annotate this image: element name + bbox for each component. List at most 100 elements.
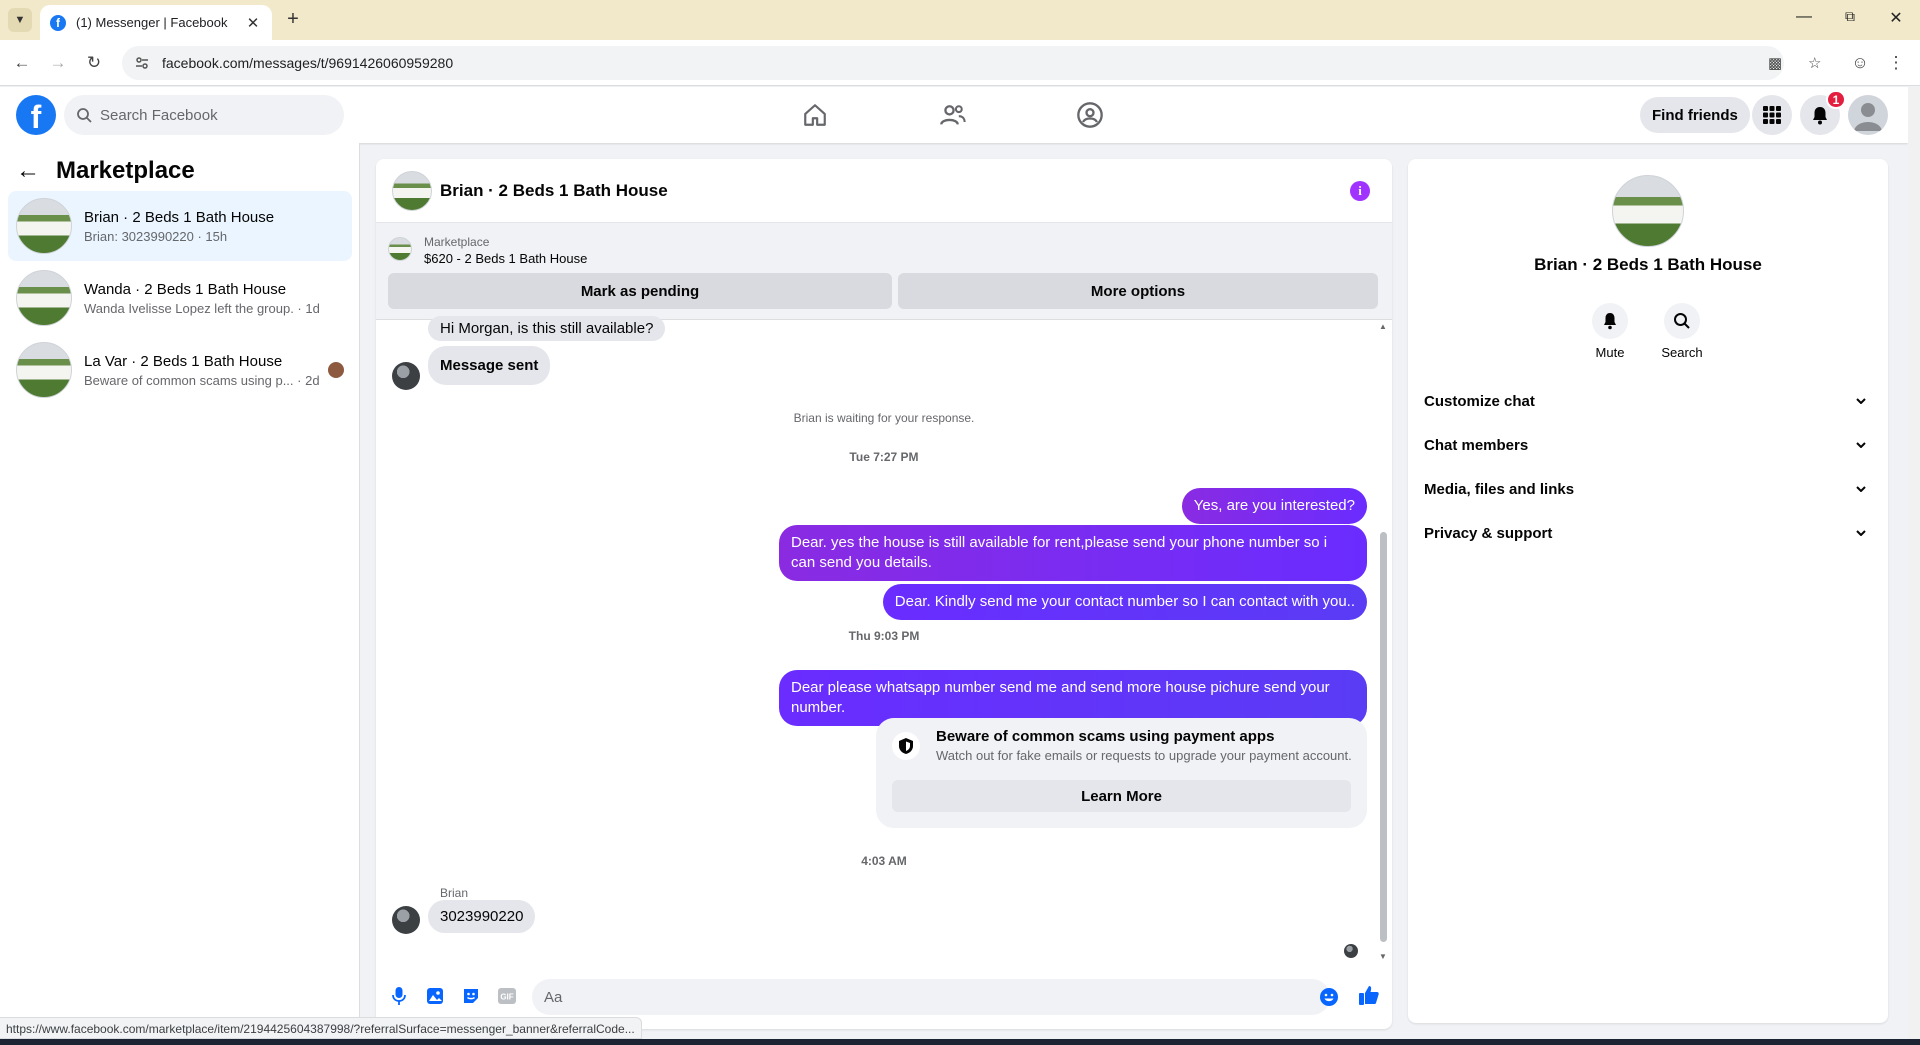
- conversation-sidebar: ← Marketplace Brian · 2 Beds 1 Bath Hous…: [0, 143, 360, 1045]
- tab-search-icon[interactable]: ▼: [8, 8, 32, 32]
- outgoing-message: Dear. yes the house is still available f…: [779, 525, 1367, 581]
- sidebar-title: Marketplace: [56, 157, 195, 184]
- profile-icon[interactable]: ☺: [1848, 51, 1872, 75]
- taskbar-edge: [0, 1039, 1920, 1045]
- listing-thumbnail: [16, 342, 72, 398]
- message-input[interactable]: [544, 988, 1284, 1006]
- address-bar[interactable]: facebook.com/messages/t/9691426060959280…: [122, 46, 1821, 80]
- bookmark-star-icon[interactable]: ☆: [1808, 46, 1821, 80]
- account-avatar[interactable]: [1848, 95, 1888, 135]
- conversation-preview: Brian: 3023990220 · 15h: [84, 228, 228, 244]
- message-composer: GIF: [376, 971, 1392, 1023]
- home-icon[interactable]: [799, 99, 831, 131]
- chat-thumbnail[interactable]: [392, 170, 432, 211]
- bell-icon: [1592, 303, 1628, 339]
- sender-name: Brian: [440, 886, 469, 900]
- message-scrollbar[interactable]: ▲ ▼: [1378, 320, 1388, 964]
- sticker-icon[interactable]: [460, 985, 482, 1007]
- section-label: Customize chat: [1424, 392, 1535, 410]
- find-friends-button[interactable]: Find friends: [1640, 97, 1750, 133]
- sidebar-header: ← Marketplace: [16, 157, 195, 185]
- svg-text:GIF: GIF: [500, 993, 513, 1002]
- conversation-name: Brian · 2 Beds 1 Bath House: [84, 208, 275, 226]
- search-icon: [1664, 303, 1700, 339]
- section-label: Media, files and links: [1424, 480, 1575, 498]
- search-input[interactable]: [100, 106, 300, 124]
- tab-close-icon[interactable]: ✕: [244, 14, 262, 32]
- shield-icon: [892, 732, 920, 760]
- url-text: facebook.com/messages/t/9691426060959280: [162, 55, 454, 71]
- facebook-logo-icon[interactable]: f: [16, 95, 56, 135]
- gif-icon[interactable]: GIF: [496, 985, 518, 1007]
- message-list: Hi Morgan, is this still available? Mess…: [376, 316, 1392, 964]
- incoming-message: Hi Morgan, is this still available?: [428, 316, 666, 341]
- link-status-bar: https://www.facebook.com/marketplace/ite…: [0, 1017, 642, 1039]
- groups-icon[interactable]: [1074, 99, 1106, 131]
- conversation-preview-text: Beware of common scams using p...: [84, 372, 294, 388]
- customize-chat-row[interactable]: Customize chat: [1416, 379, 1880, 423]
- window-close-icon[interactable]: ✕: [1884, 8, 1908, 28]
- new-tab-icon[interactable]: +: [282, 9, 304, 31]
- scroll-down-icon[interactable]: ▼: [1379, 952, 1387, 961]
- chat-details-panel: Brian · 2 Beds 1 Bath House Mute Search …: [1408, 159, 1888, 1023]
- scroll-thumb[interactable]: [1380, 532, 1387, 942]
- conversation-name: La Var · 2 Beds 1 Bath House: [84, 352, 283, 370]
- thumbs-up-icon[interactable]: [1358, 984, 1380, 1006]
- search-icon: [77, 108, 92, 123]
- conversation-preview: Wanda Ivelisse Lopez left the group. · 1…: [84, 300, 320, 316]
- message-input-box[interactable]: [532, 979, 1330, 1015]
- friends-icon[interactable]: [937, 99, 969, 131]
- page-scrollbar[interactable]: [1908, 87, 1920, 1045]
- conversation-item[interactable]: Wanda · 2 Beds 1 Bath House Wanda Ivelis…: [8, 263, 352, 333]
- seen-avatar: [328, 362, 344, 378]
- chat-members-row[interactable]: Chat members: [1416, 423, 1880, 467]
- browser-tab[interactable]: f (1) Messenger | Facebook ✕: [40, 5, 272, 40]
- listing-thumbnail: [388, 237, 412, 261]
- conversation-item[interactable]: La Var · 2 Beds 1 Bath House Beware of c…: [8, 335, 352, 405]
- mark-as-pending-button[interactable]: Mark as pending: [388, 273, 892, 309]
- restore-icon[interactable]: ⧉: [1838, 8, 1862, 25]
- scroll-up-icon[interactable]: ▲: [1379, 322, 1387, 331]
- minimize-icon[interactable]: —: [1792, 8, 1816, 26]
- chevron-down-icon: [1854, 482, 1868, 496]
- facebook-header: f Find friends 1: [0, 87, 1908, 143]
- privacy-support-row[interactable]: Privacy & support: [1416, 511, 1880, 555]
- chat-panel: Brian · 2 Beds 1 Bath House i Marketplac…: [376, 159, 1392, 1029]
- conversation-name: Wanda · 2 Beds 1 Bath House: [84, 280, 287, 298]
- mute-button[interactable]: Mute: [1580, 303, 1640, 360]
- scam-warning-subtitle: Watch out for fake emails or requests to…: [936, 748, 1352, 763]
- chat-title[interactable]: Brian · 2 Beds 1 Bath House: [440, 181, 668, 201]
- browser-menu-icon[interactable]: ⋮: [1884, 51, 1908, 75]
- search-in-chat-button[interactable]: Search: [1652, 303, 1712, 360]
- section-label: Chat members: [1424, 436, 1529, 454]
- chevron-down-icon: [1854, 526, 1868, 540]
- read-receipt-avatar: [1344, 944, 1358, 958]
- conversation-item[interactable]: Brian · 2 Beds 1 Bath House Brian: 30239…: [8, 191, 352, 261]
- media-files-links-row[interactable]: Media, files and links: [1416, 467, 1880, 511]
- back-arrow-icon[interactable]: ←: [16, 157, 40, 185]
- forward-icon[interactable]: →: [46, 51, 70, 75]
- info-icon[interactable]: i: [1350, 181, 1370, 201]
- listing-photo[interactable]: [1612, 175, 1684, 247]
- back-icon[interactable]: ←: [10, 51, 34, 75]
- incoming-message: 3023990220: [428, 900, 536, 933]
- conversation-time: · 2d: [297, 372, 320, 388]
- microphone-icon[interactable]: [388, 985, 410, 1007]
- photo-icon[interactable]: [424, 985, 446, 1007]
- install-app-icon[interactable]: ▩: [1768, 46, 1782, 80]
- more-options-button[interactable]: More options: [898, 273, 1378, 309]
- listing-price-title: $620 - 2 Beds 1 Bath House: [424, 251, 588, 266]
- tab-title: (1) Messenger | Facebook: [76, 15, 228, 30]
- emoji-icon[interactable]: [1318, 986, 1340, 1008]
- facebook-favicon-icon: f: [50, 14, 66, 31]
- outgoing-message: Dear. Kindly send me your contact number…: [882, 584, 1367, 620]
- listing-thumbnail: [16, 270, 72, 326]
- browser-tabstrip: ▼ f (1) Messenger | Facebook ✕ + — ⧉ ✕: [0, 0, 1920, 40]
- chevron-down-icon: [1854, 438, 1868, 452]
- menu-grid-icon[interactable]: [1752, 95, 1792, 135]
- reload-icon[interactable]: ↻: [82, 51, 106, 75]
- learn-more-button[interactable]: Learn More: [892, 780, 1351, 812]
- site-info-icon[interactable]: [134, 55, 150, 71]
- chevron-down-icon: [1854, 394, 1868, 408]
- facebook-search[interactable]: [64, 95, 344, 135]
